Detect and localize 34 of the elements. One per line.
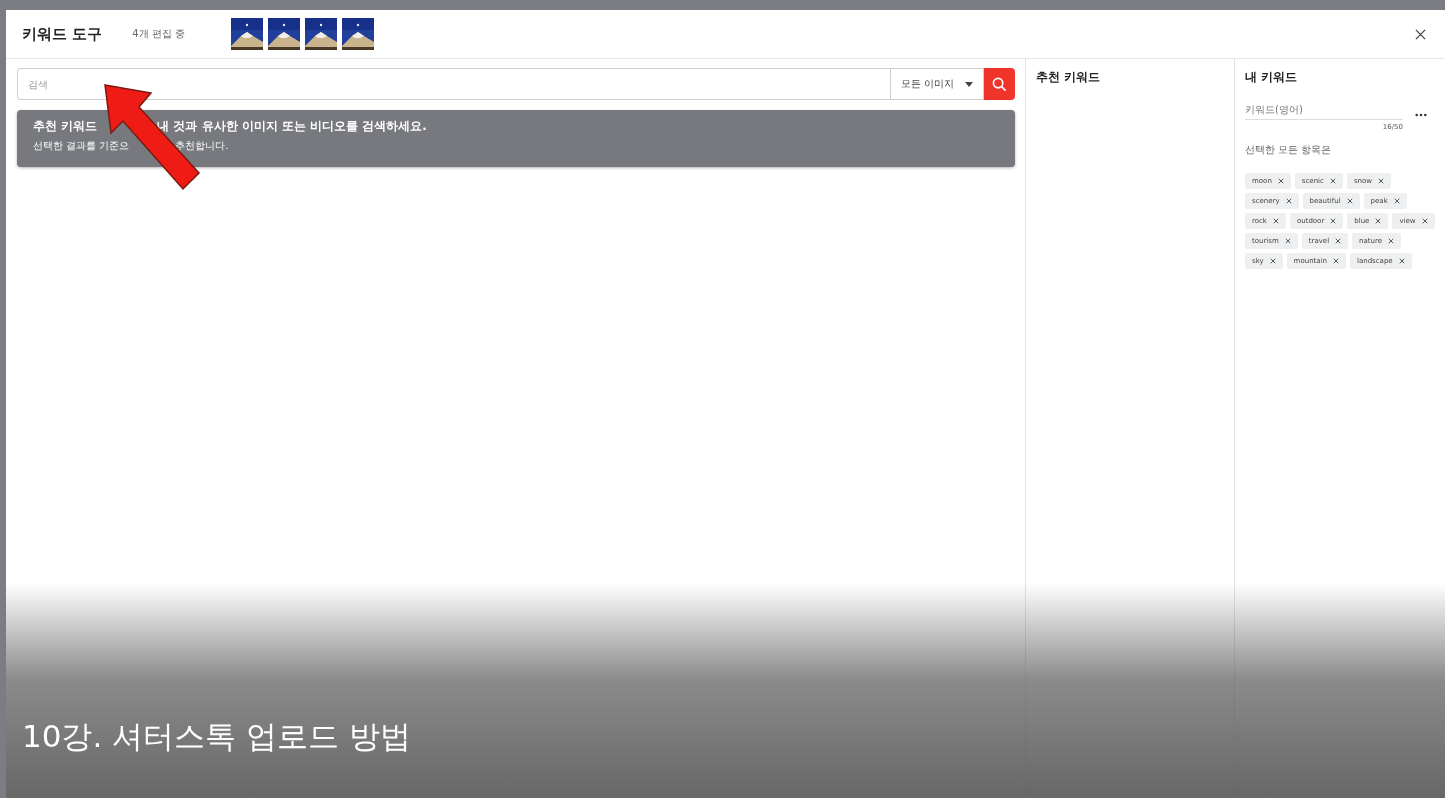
remove-icon[interactable] — [1335, 238, 1342, 244]
dialog-title: 키워드 도구 — [22, 24, 103, 44]
section-title: 추천 키워드 — [1035, 69, 1101, 86]
remove-icon[interactable] — [1388, 238, 1395, 244]
remove-icon[interactable] — [1269, 258, 1276, 264]
video-caption: 10강. 셔터스톡 업로드 방법 — [22, 717, 411, 756]
search-button[interactable] — [983, 68, 1015, 100]
search-icon — [991, 76, 1007, 92]
more-icon[interactable] — [1415, 113, 1427, 117]
remove-icon[interactable] — [1398, 258, 1405, 264]
remove-icon[interactable] — [1284, 238, 1291, 244]
banner-title: 내 것과 유사한 이미지 또는 비디오를 검색하세요. — [157, 118, 427, 135]
banner-text: 선택한 결과를 기준으 — [33, 139, 130, 153]
keyword-field[interactable]: 키워드(영어) — [1245, 104, 1403, 120]
filter-dropdown[interactable]: 모든 이미지 — [889, 68, 984, 100]
editing-count: 4개 편집 중 — [132, 27, 185, 41]
remove-icon[interactable] — [1329, 178, 1336, 184]
caret-icon — [964, 81, 973, 87]
section-title: 내 키워드 — [1245, 69, 1299, 86]
remove-icon[interactable] — [1421, 218, 1428, 224]
remove-icon[interactable] — [1285, 198, 1292, 204]
remove-icon[interactable] — [1377, 178, 1384, 184]
remove-icon[interactable] — [1277, 178, 1284, 184]
search-field[interactable]: 검색 — [17, 68, 890, 100]
remove-icon[interactable] — [1375, 218, 1382, 224]
hint-text: 선택한 모든 항목은 — [1245, 143, 1333, 157]
banner-title: 추천 키워드 — [33, 118, 98, 135]
remove-icon[interactable] — [1393, 198, 1400, 204]
remove-icon[interactable] — [1346, 198, 1353, 204]
close-icon[interactable] — [1415, 28, 1426, 40]
banner-text: 추천합니다. — [175, 139, 229, 153]
remove-icon[interactable] — [1272, 218, 1279, 224]
remove-icon[interactable] — [1333, 258, 1339, 264]
remove-icon[interactable] — [1330, 218, 1337, 224]
